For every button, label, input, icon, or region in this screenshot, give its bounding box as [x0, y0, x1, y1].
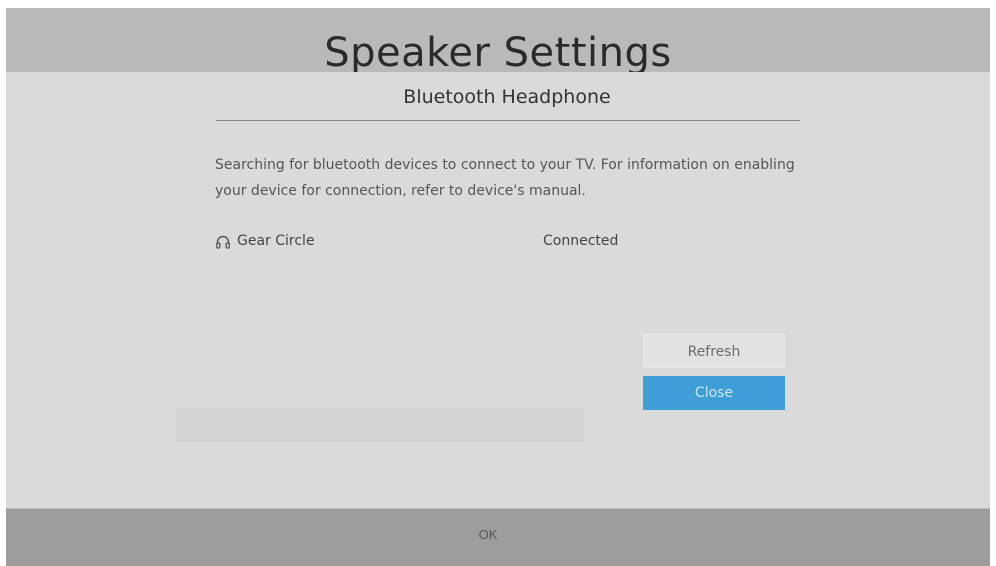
ok-button[interactable]: OK: [418, 523, 558, 547]
headphone-icon: [215, 234, 231, 250]
close-button[interactable]: Close: [643, 376, 785, 410]
dialog-title: Bluetooth Headphone: [403, 86, 611, 108]
background-ghost-row: [176, 408, 584, 442]
device-status: Connected: [543, 233, 619, 249]
page-title: Speaker Settings: [324, 30, 672, 76]
title-divider: [216, 120, 800, 121]
tv-screen: Speaker Settings OK Bluetooth Headphone …: [6, 8, 990, 566]
background-footer: OK: [6, 509, 990, 566]
dialog-description: Searching for bluetooth devices to conne…: [215, 157, 795, 199]
bluetooth-dialog: Bluetooth Headphone Searching for blueto…: [6, 72, 990, 508]
refresh-button[interactable]: Refresh: [643, 334, 785, 368]
device-list-item[interactable]: Gear Circle Connected: [215, 232, 635, 254]
device-name: Gear Circle: [237, 233, 315, 249]
